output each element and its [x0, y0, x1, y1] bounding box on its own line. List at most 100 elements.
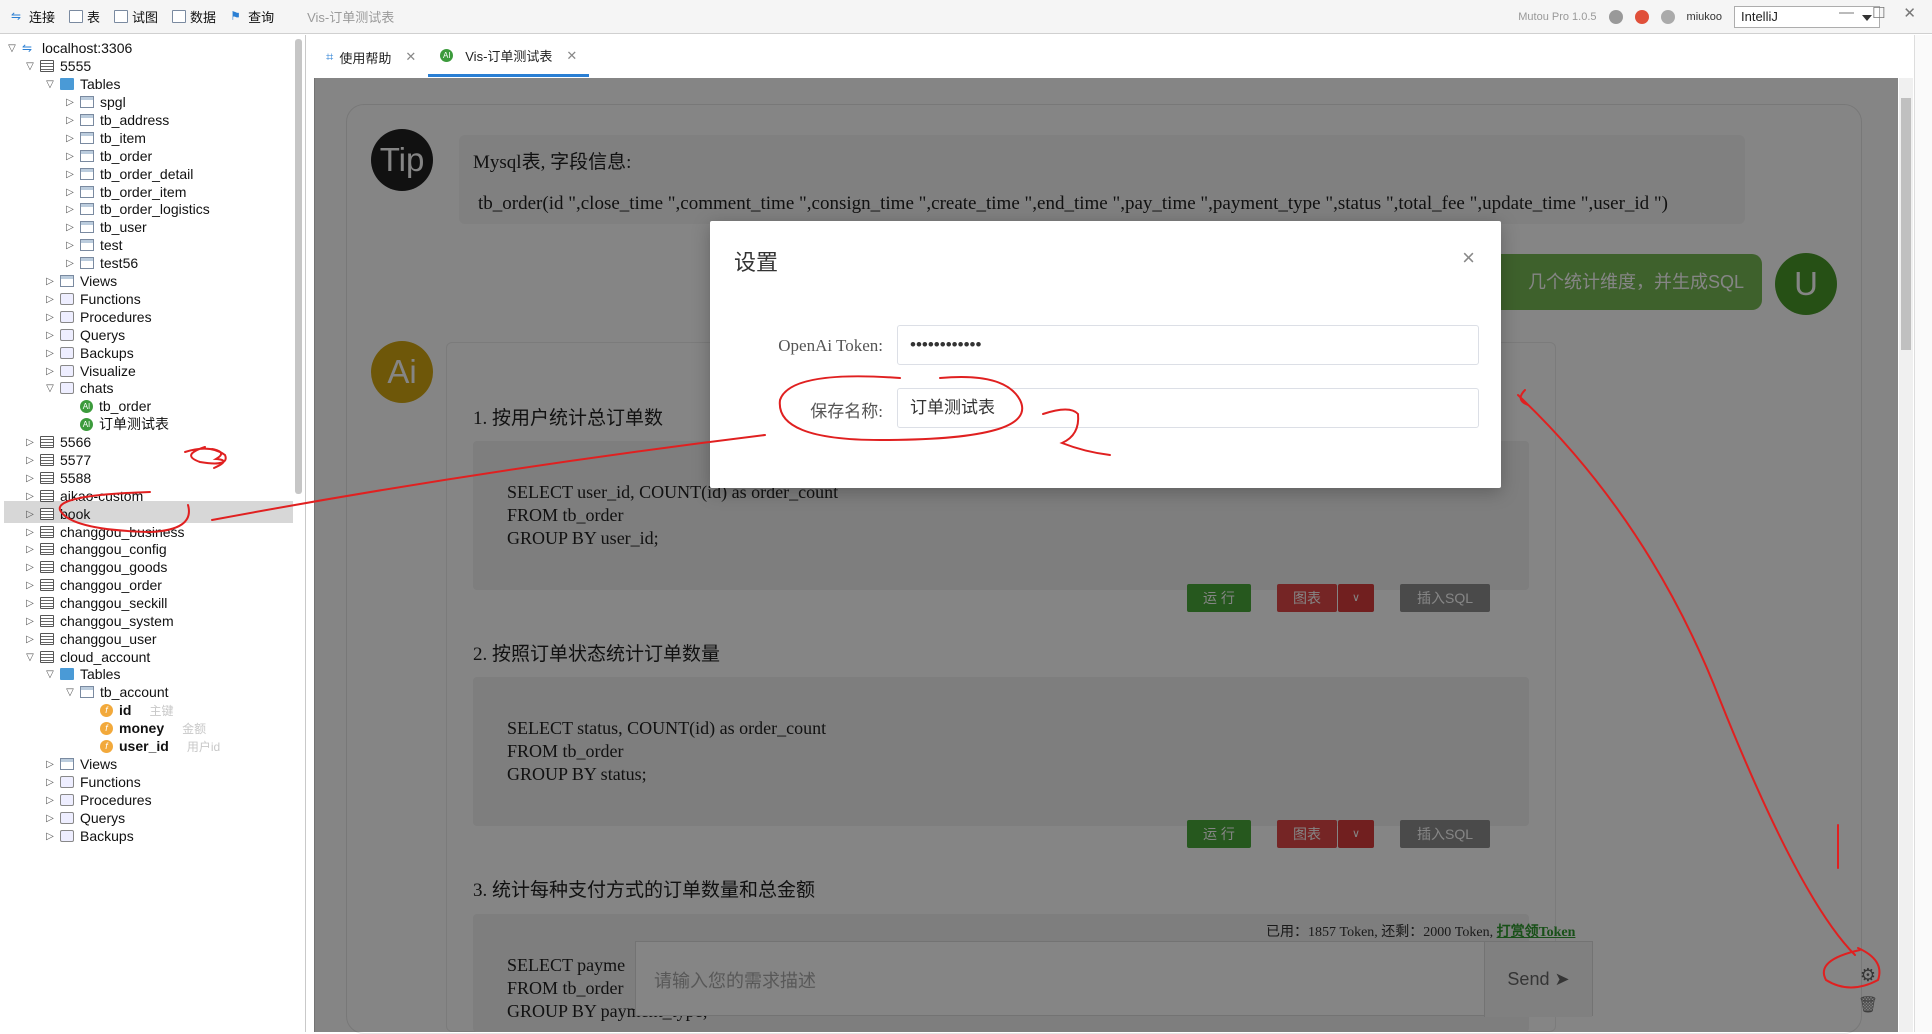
- sidebar-scrollbar[interactable]: [295, 39, 302, 494]
- tab-help[interactable]: ⌗ 使用帮助 ✕: [314, 37, 428, 77]
- token-input[interactable]: ••••••••••••: [897, 325, 1479, 365]
- chevron-right-icon[interactable]: ▷: [64, 187, 76, 198]
- chevron-right-icon[interactable]: ▷: [44, 312, 56, 323]
- tree-label: tb_address: [100, 112, 170, 128]
- tree-label: 5577: [60, 452, 92, 468]
- editor-tabs: ⌗ 使用帮助 ✕ AI Vis-订单测试表 ✕: [314, 37, 590, 77]
- chevron-right-icon[interactable]: ▷: [24, 544, 36, 555]
- name-input[interactable]: 订单测试表: [897, 388, 1479, 428]
- user-name[interactable]: miukoo: [1687, 11, 1722, 23]
- chevron-right-icon[interactable]: ▷: [44, 294, 56, 305]
- tree-label: tb_user: [100, 219, 147, 235]
- tree-db-item[interactable]: ▽ cloud_account: [24, 646, 150, 668]
- tree-label: Procedures: [80, 309, 152, 325]
- chevron-right-icon[interactable]: ▷: [24, 491, 36, 502]
- chevron-right-icon[interactable]: ▷: [24, 598, 36, 609]
- tree-label: Functions: [80, 774, 141, 790]
- chevron-right-icon[interactable]: ▷: [24, 455, 36, 466]
- chevron-right-icon[interactable]: ▷: [64, 115, 76, 126]
- chevron-right-icon[interactable]: ▷: [64, 169, 76, 180]
- chevron-right-icon[interactable]: ▷: [64, 240, 76, 251]
- chevron-right-icon[interactable]: ▷: [64, 133, 76, 144]
- help-icon[interactable]: [1660, 10, 1675, 24]
- chevron-right-icon[interactable]: ▷: [24, 527, 36, 538]
- chevron-right-icon[interactable]: ▷: [44, 831, 56, 842]
- table-icon: [80, 221, 94, 233]
- tree-label: aikao-custom: [60, 488, 144, 504]
- chevron-down-icon[interactable]: ▽: [64, 687, 76, 698]
- chevron-right-icon[interactable]: ▷: [64, 258, 76, 269]
- chevron-right-icon[interactable]: ▷: [24, 562, 36, 573]
- chevron-right-icon[interactable]: ▷: [24, 437, 36, 448]
- table-icon: [80, 186, 94, 198]
- window-scrollbar[interactable]: [1914, 35, 1932, 1032]
- field-icon: f: [100, 721, 113, 735]
- chevron-down-icon[interactable]: ▽: [44, 79, 56, 90]
- dialog-title: 设置: [734, 250, 779, 275]
- chevron-right-icon[interactable]: ▷: [64, 222, 76, 233]
- table-icon: [80, 239, 94, 251]
- chevron-down-icon[interactable]: ▽: [24, 61, 36, 72]
- functions-icon: [60, 293, 74, 305]
- close-window-icon[interactable]: ✕: [1903, 4, 1916, 22]
- resize-handle[interactable]: •••: [305, 563, 306, 578]
- procedures-icon: [60, 311, 74, 323]
- chevron-right-icon[interactable]: ▷: [44, 366, 56, 377]
- tree-label: 5588: [60, 470, 92, 486]
- plugin-icon[interactable]: [1634, 10, 1649, 24]
- query-button[interactable]: ⚑ 查询: [227, 5, 277, 29]
- folder-icon: [60, 668, 74, 680]
- chevron-right-icon[interactable]: ▷: [24, 634, 36, 645]
- field-icon: f: [100, 739, 113, 753]
- chevron-right-icon[interactable]: ▷: [44, 276, 56, 287]
- backups-icon: [60, 830, 74, 842]
- tree-label: Backups: [80, 828, 134, 844]
- chevron-down-icon[interactable]: ▽: [44, 669, 56, 680]
- table-button[interactable]: 表: [66, 5, 103, 29]
- chevron-down-icon[interactable]: ▽: [24, 652, 36, 663]
- chevron-right-icon[interactable]: ▷: [44, 777, 56, 788]
- chevron-down-icon[interactable]: ▽: [6, 43, 18, 54]
- backups-icon: [60, 347, 74, 359]
- tree-label: id: [119, 702, 132, 718]
- tree-backups[interactable]: ▷ Backups: [44, 825, 134, 847]
- close-icon[interactable]: ✕: [566, 48, 577, 64]
- chevron-right-icon[interactable]: ▷: [64, 204, 76, 215]
- database-icon: [40, 615, 54, 627]
- connect-button[interactable]: ⇋ 连接: [8, 5, 58, 29]
- tree-label: 5566: [60, 434, 92, 450]
- database-icon: [40, 543, 54, 555]
- version-label: Mutou Pro 1.0.5: [1518, 11, 1597, 23]
- connection-icon: ⇋: [22, 41, 33, 55]
- chevron-right-icon[interactable]: ▷: [24, 473, 36, 484]
- chevron-down-icon[interactable]: ▽: [44, 383, 56, 394]
- database-icon: [40, 454, 54, 466]
- views-icon: [60, 275, 74, 287]
- minimize-icon[interactable]: —: [1839, 4, 1854, 22]
- data-button[interactable]: 数据: [169, 5, 219, 29]
- chevron-right-icon[interactable]: ▷: [64, 151, 76, 162]
- data-icon: [172, 10, 187, 23]
- close-icon[interactable]: ✕: [405, 49, 416, 65]
- chevron-right-icon[interactable]: ▷: [64, 97, 76, 108]
- chevron-right-icon[interactable]: ▷: [44, 759, 56, 770]
- tree-label: cloud_account: [60, 649, 151, 665]
- tab-vis-order[interactable]: AI Vis-订单测试表 ✕: [428, 37, 590, 77]
- close-icon[interactable]: ×: [1462, 245, 1475, 271]
- chevron-right-icon[interactable]: ▷: [44, 795, 56, 806]
- maximize-icon[interactable]: ☐: [1872, 4, 1885, 22]
- chevron-right-icon[interactable]: ▷: [44, 330, 56, 341]
- chevron-right-icon[interactable]: ▷: [44, 348, 56, 359]
- chevron-right-icon[interactable]: ▷: [24, 616, 36, 627]
- table-icon: [80, 132, 94, 144]
- chevron-right-icon[interactable]: ▷: [24, 509, 36, 520]
- content-scroll-thumb[interactable]: [1901, 98, 1911, 350]
- view-button[interactable]: 试图: [111, 5, 161, 29]
- chevron-right-icon[interactable]: ▷: [24, 580, 36, 591]
- tree-label: changgou_user: [60, 631, 157, 647]
- querys-icon: [60, 329, 74, 341]
- settings-icon[interactable]: [1608, 10, 1623, 24]
- database-icon: [40, 472, 54, 484]
- chevron-right-icon[interactable]: ▷: [44, 813, 56, 824]
- help-tab-icon: ⌗: [326, 49, 334, 64]
